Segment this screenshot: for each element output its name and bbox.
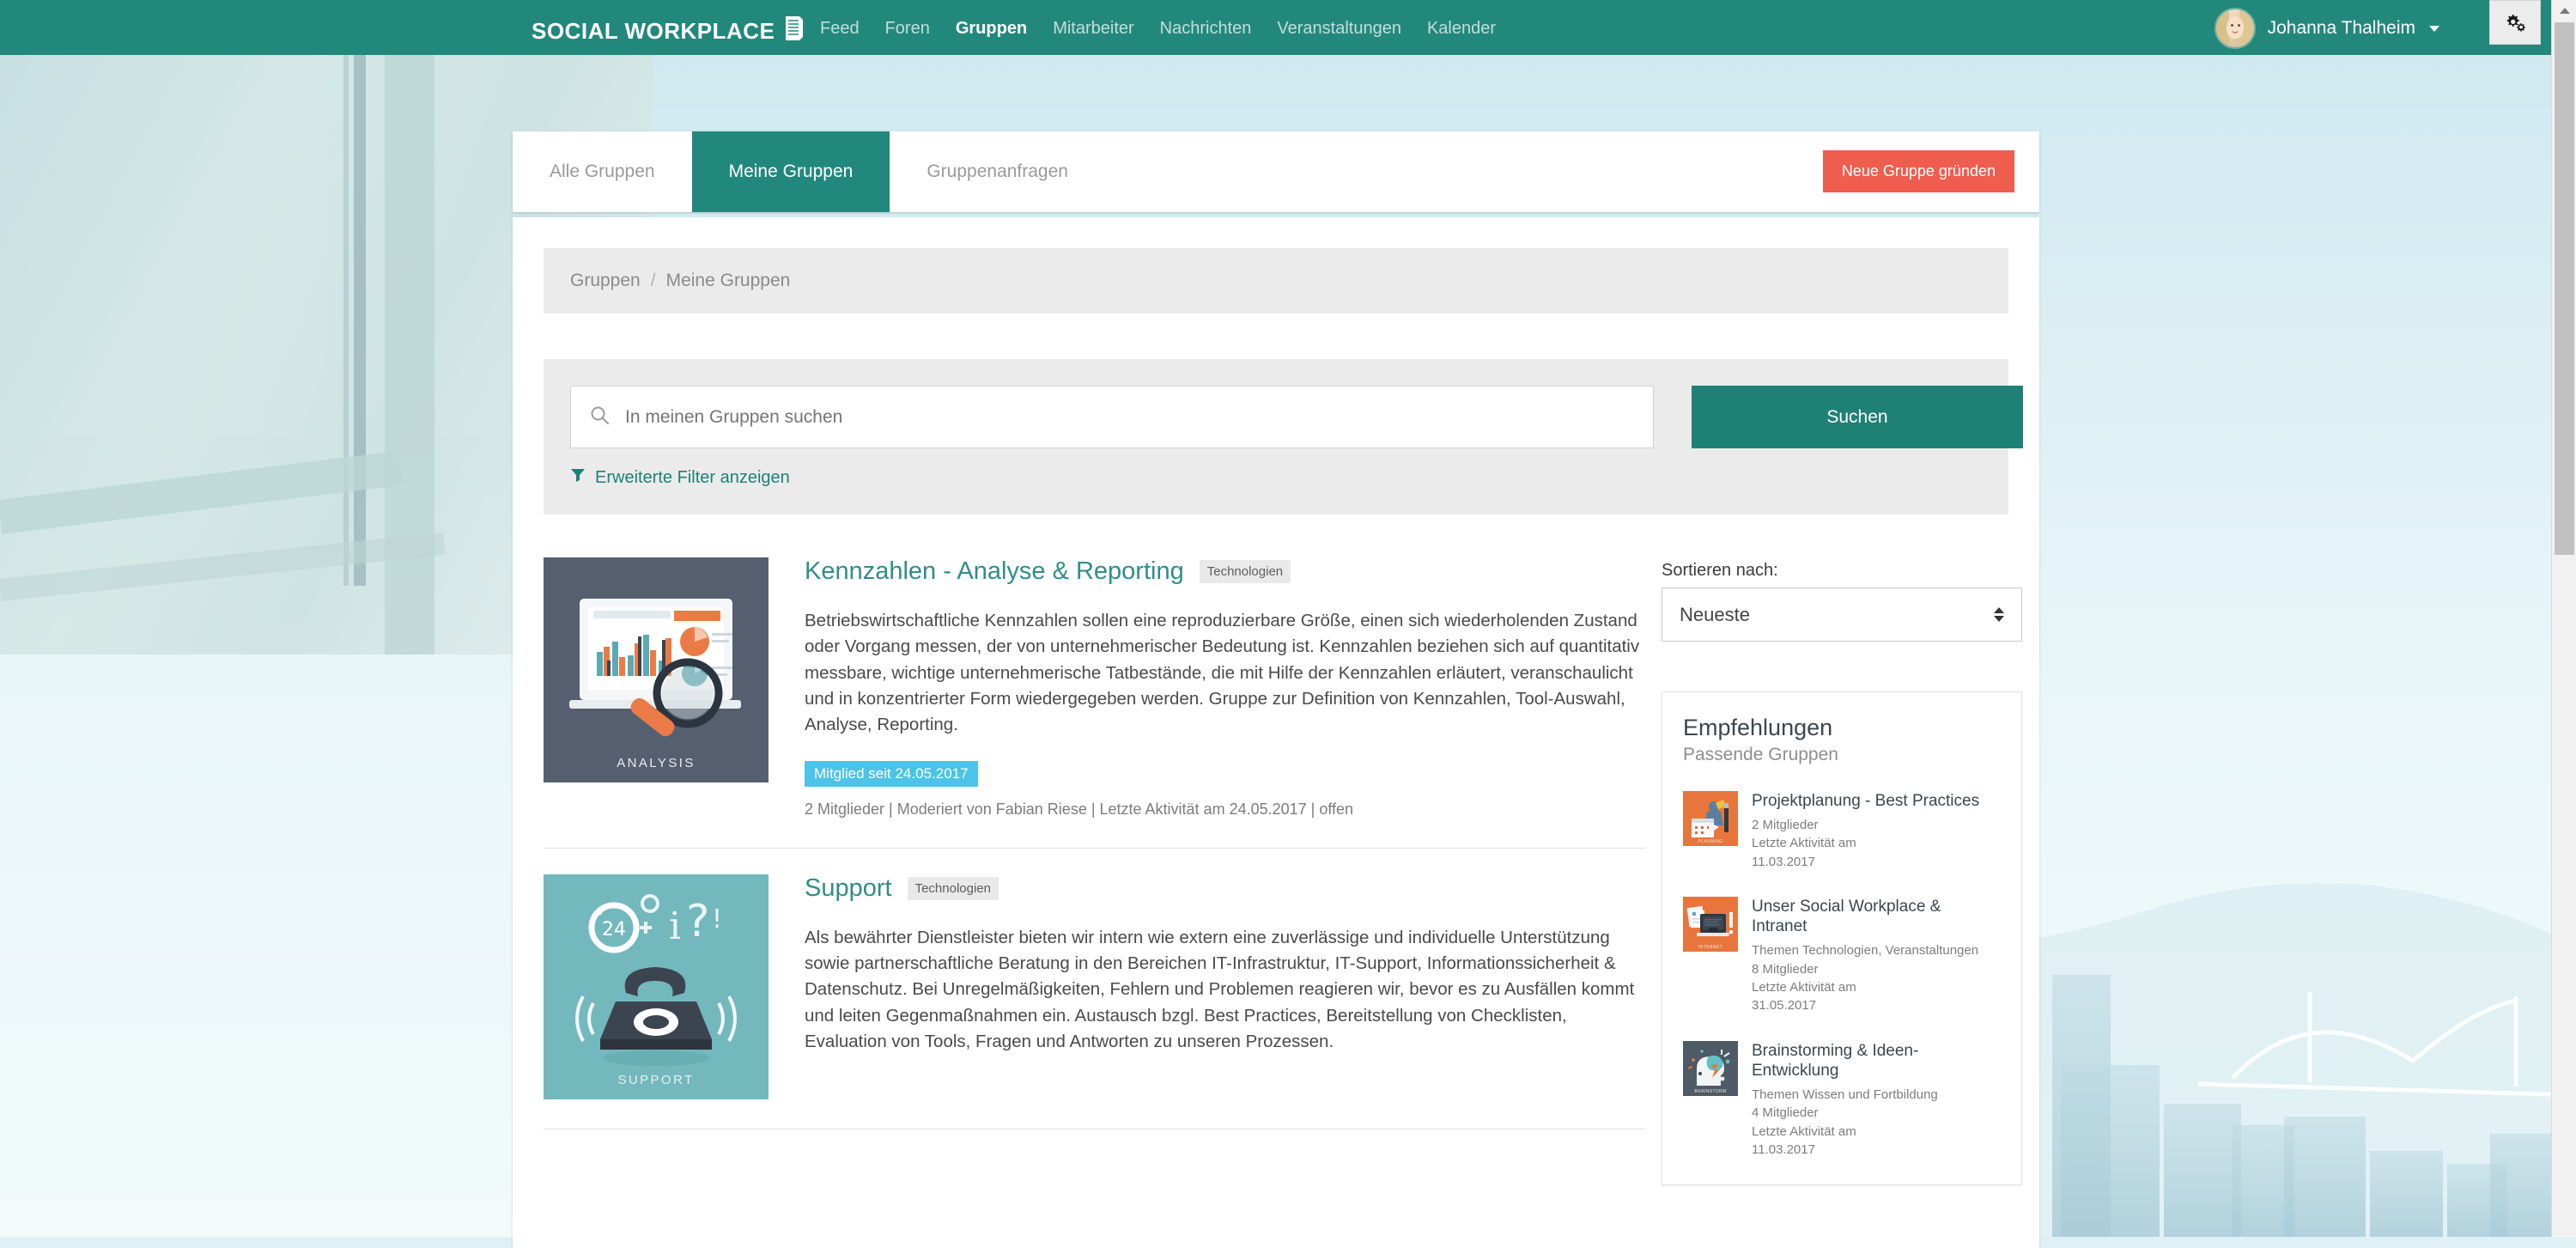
search-input[interactable] [623,405,1634,429]
group-thumbnail-analysis: ANALYSIS [544,557,769,782]
thumbnail-caption: ANALYSIS [617,756,696,770]
chevron-down-icon [2429,25,2439,32]
group-tabs-card: Alle Gruppen Meine Gruppen Gruppenanfrag… [513,131,2039,212]
svg-text:24: 24 [602,919,626,941]
breadcrumb-separator: / [650,271,656,290]
recommendation-name[interactable]: Unser Social Workplace & Intranet [1752,897,2001,936]
svg-text:?: ? [686,896,710,947]
nav-item-veranstaltungen[interactable]: Veranstaltungen [1277,19,1401,39]
main-nav: Feed Foren Gruppen Mitarbeiter Nachricht… [820,19,1496,39]
search-panel: Suchen Erweiterte Filter anzeigen [544,359,2023,514]
scroll-up-arrow-icon[interactable] [2552,0,2576,21]
scrollbar-thumb[interactable] [2555,22,2574,555]
advanced-filter-link[interactable]: Erweiterte Filter anzeigen [570,467,1982,488]
advanced-filter-label: Erweiterte Filter anzeigen [595,467,790,487]
nav-item-kalender[interactable]: Kalender [1427,19,1496,39]
updown-arrows-icon [1994,607,2004,622]
svg-text:i: i [669,904,681,948]
recommendations-title: Empfehlungen [1683,715,1833,740]
recommendation-item[interactable]: INTRANET Unser Social Workplace & Intran… [1683,897,2001,1015]
recommendation-name[interactable]: Brainstorming & Ideen-Entwicklung [1752,1041,2001,1081]
recommendations-subtitle: Passende Gruppen [1683,745,1838,764]
search-field[interactable] [570,386,1654,448]
document-icon [785,15,804,47]
user-menu[interactable]: Johanna Thalheim [2215,9,2439,47]
search-button[interactable]: Suchen [1692,386,2023,448]
svg-text:!: ! [712,904,722,934]
breadcrumb-current: Meine Gruppen [665,271,791,290]
tab-gruppenanfragen[interactable]: Gruppenanfragen [890,131,1105,212]
recommendation-meta: Themen Technologien, Veranstaltungen 8 M… [1752,943,1979,1014]
thumbnail-caption: INTRANET [1698,945,1723,951]
breadcrumb-root[interactable]: Gruppen [570,271,641,291]
search-icon [590,405,610,429]
funnel-icon [570,467,586,488]
recommendations-card: Empfehlungen Passende Gruppen PLANNING P… [1662,691,2022,1186]
group-title[interactable]: Kennzahlen - Analyse & Reporting [805,557,1184,586]
brand-logo[interactable]: SOCIAL WORKPLACE [532,15,804,47]
group-title[interactable]: Support [805,874,892,903]
thumbnail-caption: PLANNING [1698,839,1723,844]
nav-item-mitarbeiter[interactable]: Mitarbeiter [1053,19,1133,39]
nav-item-nachrichten[interactable]: Nachrichten [1160,19,1252,39]
recommendation-item[interactable]: BRAINSTORM Brainstorming & Ideen-Entwick… [1683,1040,2001,1160]
nav-item-foren[interactable]: Foren [885,19,930,39]
main-content-card: Gruppen / Meine Gruppen Suchen [513,217,2039,1248]
content-body: ANALYSIS Kennzahlen - Analyse & Reportin… [544,514,2022,1186]
group-tag: Technologien [1199,560,1291,583]
page-scrollbar[interactable] [2551,0,2576,1237]
thumbnail-caption: SUPPORT [617,1072,695,1087]
tab-alle-gruppen[interactable]: Alle Gruppen [513,131,692,212]
avatar [2215,9,2254,47]
sort-label: Sortieren nach: [1662,561,1778,580]
recommendation-meta: 2 Mitglieder Letzte Aktivität am 11.03.2… [1752,818,1856,869]
recommendation-meta: Themen Wissen und Fortbildung 4 Mitglied… [1752,1087,1938,1157]
group-meta: 2 Mitglieder | Moderiert von Fabian Ries… [805,800,1354,818]
group-thumbnail-support: 24 i ? ! SUPPORT [544,874,769,1099]
top-navigation-bar: SOCIAL WORKPLACE Feed Foren Gruppen Mita… [0,0,2551,55]
sort-control: Sortieren nach: Neueste [1662,561,2022,642]
gears-icon-button[interactable] [2489,0,2541,45]
recommendation-name[interactable]: Projektplanung - Best Practices [1752,791,2001,811]
group-card[interactable]: ANALYSIS Kennzahlen - Analyse & Reportin… [544,514,1646,849]
recommendation-thumbnail-intranet: INTRANET [1683,897,1738,953]
group-description: Als bewährter Dienstleister bieten wir i… [805,927,1635,1051]
tab-meine-gruppen[interactable]: Meine Gruppen [691,131,890,212]
group-tag: Technologien [907,876,999,900]
gears-icon [2506,15,2525,32]
recommendation-item[interactable]: PLANNING Projektplanung - Best Practices… [1683,791,2001,871]
user-name: Johanna Thalheim [2267,18,2415,38]
group-card[interactable]: 24 i ? ! SUPPORT Support Technologien Al… [544,849,1646,1129]
breadcrumb: Gruppen / Meine Gruppen [544,248,2008,314]
right-rail: Sortieren nach: Neueste Empfehlungen Pas… [1662,514,2022,1186]
new-group-button[interactable]: Neue Gruppe gründen [1822,150,2014,192]
group-list: ANALYSIS Kennzahlen - Analyse & Reportin… [544,514,1646,1185]
sort-selected-value: Neueste [1680,603,1750,625]
membership-badge: Mitglied seit 24.05.2017 [805,760,978,787]
recommendation-thumbnail-planning: PLANNING [1683,791,1738,846]
recommendation-thumbnail-brainstorm: BRAINSTORM [1683,1040,1738,1096]
group-description: Betriebswirtschaftliche Kennzahlen solle… [805,611,1640,735]
brand-name: SOCIAL WORKPLACE [532,18,775,44]
thumbnail-caption: BRAINSTORM [1694,1088,1727,1094]
sort-select[interactable]: Neueste [1662,587,2022,642]
nav-item-gruppen[interactable]: Gruppen [956,19,1027,39]
nav-item-feed[interactable]: Feed [820,19,860,39]
